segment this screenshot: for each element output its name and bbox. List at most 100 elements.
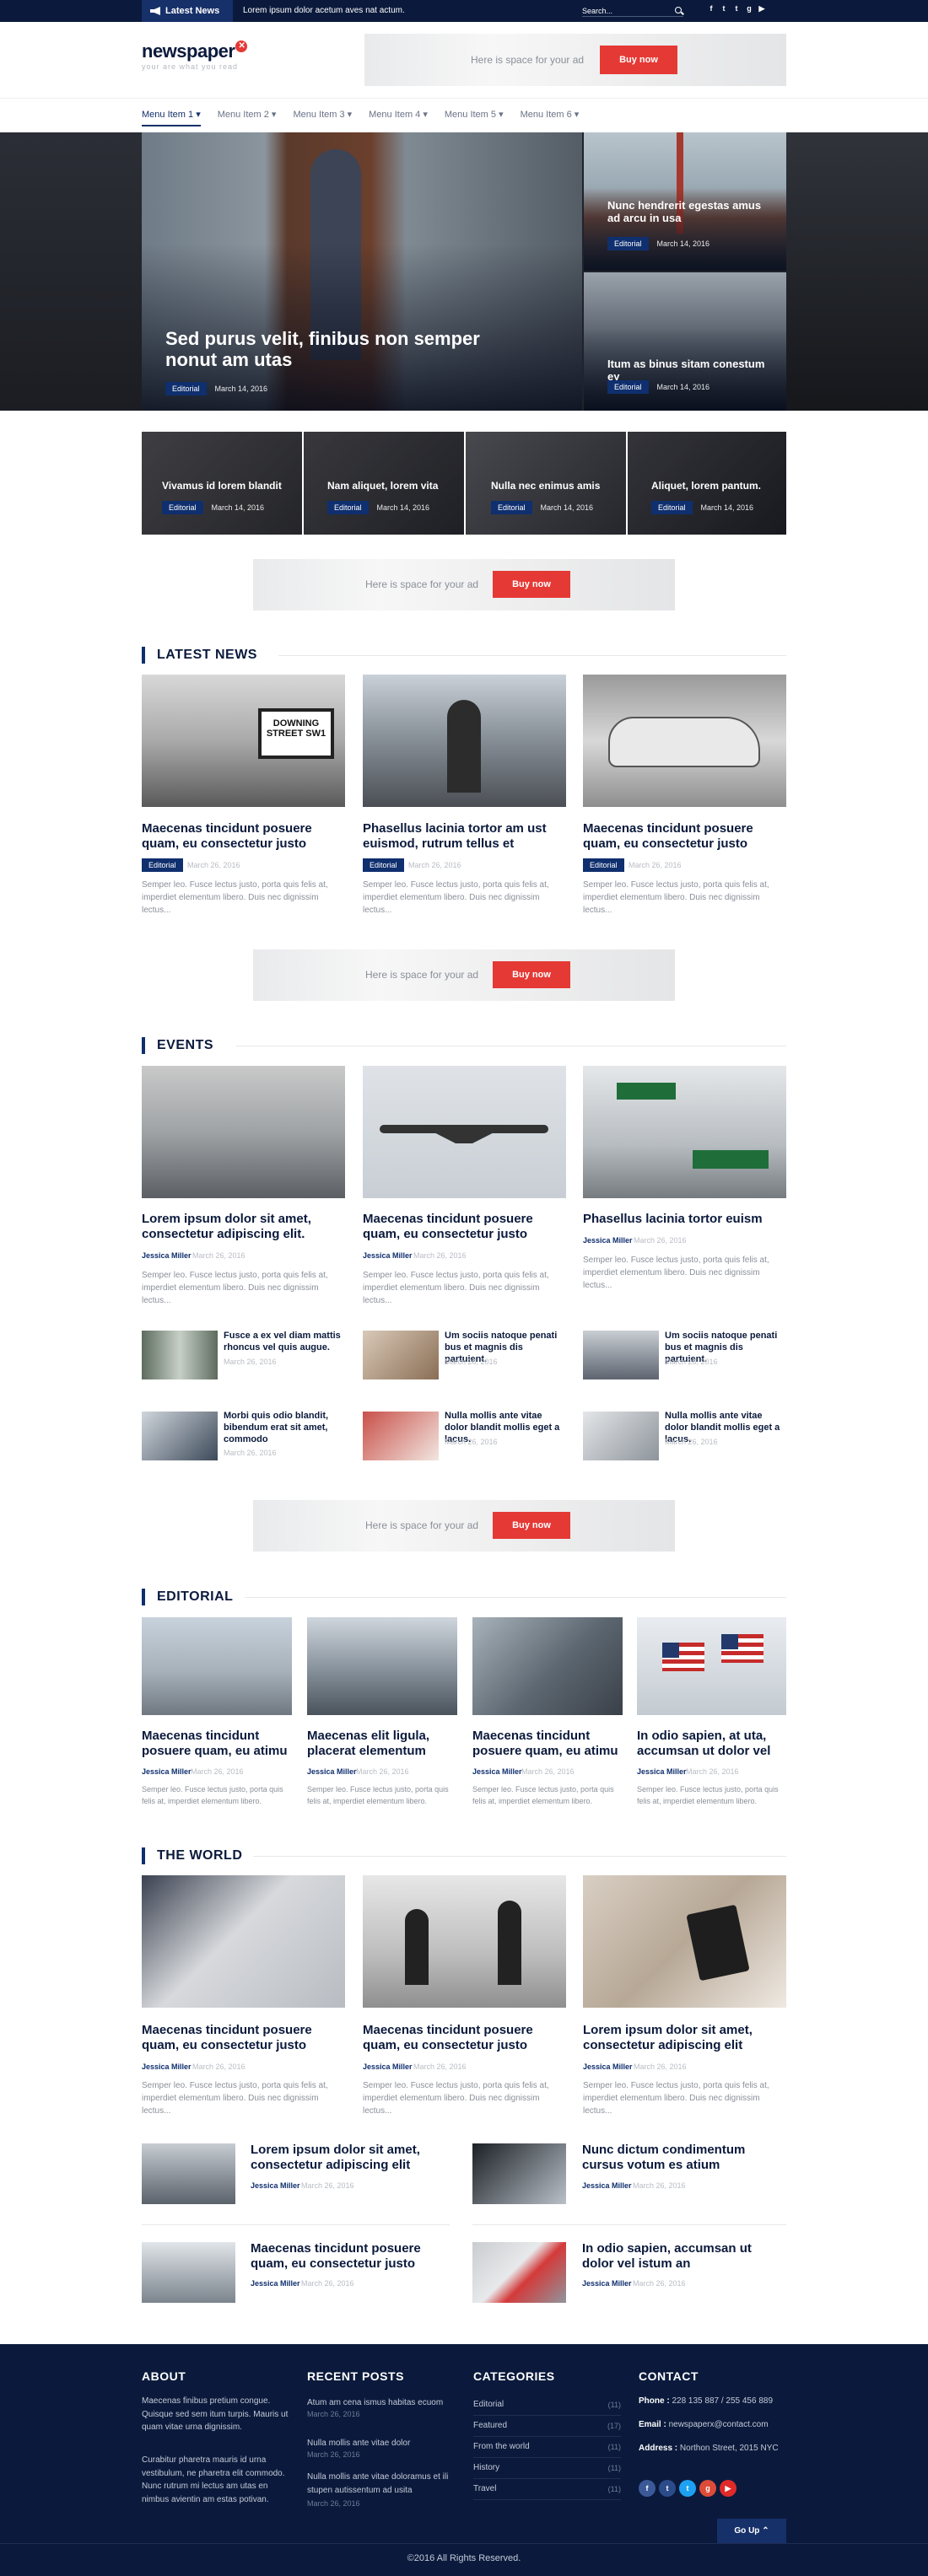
tumblr-icon[interactable]: t [731,4,742,13]
ad-banner[interactable]: Here is space for your ad Buy now [253,949,675,1001]
thumbnail-image[interactable] [472,2143,566,2204]
category-badge[interactable]: Editorial [327,501,369,514]
post-author[interactable]: Jessica Miller [583,1236,633,1245]
google-plus-icon[interactable]: g [744,4,754,13]
buy-now-button[interactable]: Buy now [493,961,570,988]
category-badge[interactable]: Editorial [491,501,532,514]
post-author[interactable]: Jessica Miller [142,1767,192,1776]
post-author[interactable]: Jessica Miller [583,2062,633,2071]
category-badge[interactable]: Editorial [162,501,203,514]
header-ad-banner[interactable]: Here is space for your ad Buy now [364,34,786,86]
recent-post-link[interactable]: Nulla mollis ante vitae doloramus et ili… [307,2471,459,2497]
menu-item-6[interactable]: Menu Item 6 ▾ [521,105,580,125]
buy-now-button[interactable]: Buy now [600,46,677,74]
hero-main-title[interactable]: Sed purus velit, finibus non semper nonu… [165,328,503,371]
latest-news-ticker[interactable]: Lorem ipsum dolor acetum aves nat actum. [243,0,405,22]
menu-item-4[interactable]: Menu Item 4 ▾ [369,105,428,125]
article-title[interactable]: Maecenas tincidunt posuere quam, eu cons… [363,2023,566,2053]
site-logo[interactable]: newspaper ✕ [142,40,248,62]
article-title[interactable]: Maecenas tincidunt posuere quam, eu cons… [583,821,786,852]
post-author[interactable]: Jessica Miller [142,2062,192,2071]
category-link[interactable]: From the world (11) [473,2439,621,2458]
recent-post-link[interactable]: Nulla mollis ante vitae dolor [307,2437,459,2450]
article-title[interactable]: Maecenas tincidunt posuere quam, eu atim… [142,1729,292,1759]
strip-story-1[interactable]: Vivamus id lorem blandit Editorial March … [142,432,302,535]
article-image[interactable] [363,675,566,807]
article-image[interactable] [583,675,786,807]
post-author[interactable]: Jessica Miller [637,1767,687,1776]
article-image[interactable] [583,1875,786,2008]
list-article-title[interactable]: Maecenas tincidunt posuere quam, eu cons… [251,2241,453,2272]
search-input[interactable] [582,5,683,17]
article-title[interactable]: Phasellus lacinia tortor euism [583,1212,786,1227]
small-article-title[interactable]: Fusce a ex vel diam mattis rhoncus vel q… [224,1331,346,1354]
go-up-button[interactable]: Go Up ⌃ [717,2519,786,2544]
post-author[interactable]: Jessica Miller [582,2279,632,2288]
list-article-title[interactable]: Nunc dictum condimentum cursus votum es … [582,2143,786,2173]
article-title[interactable]: Maecenas tincidunt posuere quam, eu cons… [363,1212,566,1242]
category-badge[interactable]: Editorial [363,858,404,872]
article-image[interactable] [583,1066,786,1198]
thumbnail-image[interactable] [583,1331,659,1379]
category-badge[interactable]: Editorial [607,237,649,250]
twitter-icon[interactable]: t [679,2480,696,2497]
latest-news-label[interactable]: Latest News [142,0,233,22]
strip-title[interactable]: Vivamus id lorem blandit [162,480,282,492]
thumbnail-image[interactable] [142,1331,218,1379]
tumblr-icon[interactable]: t [659,2480,676,2497]
facebook-icon[interactable]: f [639,2480,656,2497]
article-image[interactable] [363,1875,566,2008]
ad-banner[interactable]: Here is space for your ad Buy now [253,1500,675,1552]
menu-item-5[interactable]: Menu Item 5 ▾ [445,105,504,125]
menu-item-2[interactable]: Menu Item 2 ▾ [218,105,277,125]
article-title[interactable]: Maecenas tincidunt posuere quam, eu cons… [142,821,345,852]
search-icon[interactable] [675,7,682,13]
hero-side-title-1[interactable]: Nunc hendrerit egestas amus ad arcu in u… [607,199,776,225]
thumbnail-image[interactable] [142,2242,235,2303]
twitter-icon[interactable]: t [719,4,729,13]
category-link[interactable]: Editorial (11) [473,2397,621,2416]
strip-title[interactable]: Nam aliquet, lorem vita [327,480,438,492]
contact-email[interactable]: Email : newspaperx@contact.com [639,2420,769,2429]
article-title[interactable]: Maecenas tincidunt posuere quam, eu cons… [142,2023,345,2053]
article-image[interactable]: DOWNING STREET SW1 [142,675,345,807]
article-image[interactable] [472,1617,623,1715]
post-author[interactable]: Jessica Miller [363,2062,413,2071]
ad-banner[interactable]: Here is space for your ad Buy now [253,559,675,610]
hero-side-story-2[interactable]: Itum as binus sitam conestum ey Editoria… [584,272,786,411]
post-author[interactable]: Jessica Miller [307,1767,357,1776]
article-title[interactable]: In odio sapien, at uta, accumsan ut dolo… [637,1729,786,1759]
recent-post-link[interactable]: Atum am cena ismus habitas ecuom [307,2396,459,2410]
category-link[interactable]: Travel (11) [473,2482,621,2500]
article-image[interactable] [142,1875,345,2008]
google-plus-icon[interactable]: g [699,2480,716,2497]
article-title[interactable]: Maecenas tincidunt posuere quam, eu atim… [472,1729,623,1759]
article-title[interactable]: Lorem ipsum dolor sit amet, consectetur … [583,2023,786,2053]
category-badge[interactable]: Editorial [142,858,183,872]
hero-side-story-1[interactable]: Nunc hendrerit egestas amus ad arcu in u… [584,132,786,271]
post-author[interactable]: Jessica Miller [472,1767,522,1776]
strip-title[interactable]: Nulla nec enimus amis [491,480,600,492]
article-title[interactable]: Maecenas elit ligula, placerat elementum [307,1729,457,1759]
buy-now-button[interactable]: Buy now [493,571,570,598]
post-author[interactable]: Jessica Miller [251,2181,300,2190]
youtube-icon[interactable]: ▶ [757,4,767,13]
category-badge[interactable]: Editorial [651,501,693,514]
small-article-title[interactable]: Morbi quis odio blandit, bibendum erat s… [224,1411,346,1445]
article-image[interactable] [637,1617,786,1715]
thumbnail-image[interactable] [363,1412,439,1460]
menu-item-3[interactable]: Menu Item 3 ▾ [293,105,352,125]
strip-story-3[interactable]: Nulla nec enimus amis Editorial March 14,… [466,432,626,535]
article-image[interactable] [142,1066,345,1198]
article-title[interactable]: Lorem ipsum dolor sit amet, consectetur … [142,1212,345,1242]
thumbnail-image[interactable] [472,2242,566,2303]
post-author[interactable]: Jessica Miller [251,2279,300,2288]
thumbnail-image[interactable] [142,1412,218,1460]
thumbnail-image[interactable] [142,2143,235,2204]
post-author[interactable]: Jessica Miller [363,1251,413,1260]
menu-item-1[interactable]: Menu Item 1 ▾ [142,105,201,126]
category-link[interactable]: Featured (17) [473,2418,621,2437]
article-title[interactable]: Phasellus lacinia tortor am ust euismod,… [363,821,566,852]
category-badge[interactable]: Editorial [165,382,207,395]
hero-main-story[interactable]: Sed purus velit, finibus non semper nonu… [142,132,582,411]
